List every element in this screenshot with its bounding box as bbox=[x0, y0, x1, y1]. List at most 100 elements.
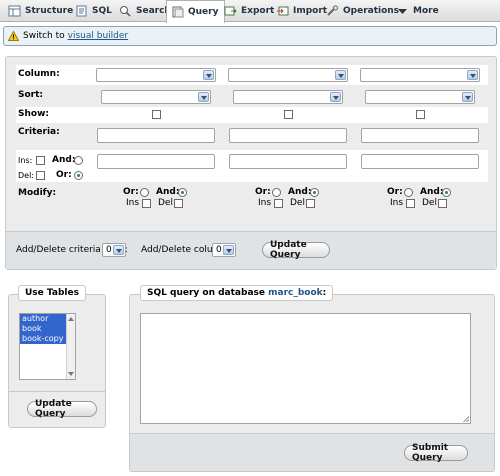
show-checkbox-1[interactable] bbox=[152, 110, 161, 119]
modify-del-label-3: Del bbox=[422, 198, 437, 208]
modify-del-checkbox-3[interactable] bbox=[438, 199, 447, 208]
notice-text: Switch to bbox=[23, 31, 65, 41]
show-checkbox-3[interactable] bbox=[416, 110, 425, 119]
modify-or-radio-1[interactable] bbox=[140, 188, 149, 197]
criteria-input-1[interactable] bbox=[97, 128, 215, 143]
tables-scrollbar[interactable] bbox=[66, 314, 75, 379]
del-label: Del: bbox=[18, 171, 34, 180]
criteria-input-2[interactable] bbox=[229, 128, 347, 143]
column-label: Column: bbox=[18, 69, 60, 79]
show-label: Show: bbox=[18, 109, 49, 119]
resize-grip-icon[interactable] bbox=[463, 416, 469, 422]
database-name[interactable]: marc_book bbox=[268, 288, 323, 298]
column-select-2[interactable] bbox=[228, 68, 348, 82]
columns-select[interactable]: 0 bbox=[212, 243, 236, 257]
warning-icon bbox=[8, 31, 19, 41]
modify-row: Modify: Or: And: Ins Del Or: And: Ins De… bbox=[16, 184, 488, 210]
tab-more-label: More bbox=[413, 6, 439, 16]
update-query-button[interactable]: Update Query bbox=[262, 240, 330, 260]
export-icon bbox=[224, 6, 237, 16]
modify-del-checkbox-2[interactable] bbox=[306, 199, 315, 208]
modify-and-label-2: And: bbox=[288, 187, 312, 197]
sort-select-1[interactable] bbox=[101, 90, 211, 104]
use-tables-panel: author book book-copy Update Query bbox=[8, 294, 106, 428]
column-select-1[interactable] bbox=[96, 68, 216, 82]
sql-query-footer: Submit Query bbox=[130, 433, 494, 471]
del-checkbox[interactable] bbox=[36, 171, 45, 180]
divider bbox=[9, 391, 105, 392]
chevron-down-icon bbox=[467, 70, 478, 80]
modify-and-radio-3[interactable] bbox=[442, 188, 451, 197]
columns-value: 0 bbox=[216, 245, 222, 255]
chevron-down-icon bbox=[330, 92, 341, 102]
modify-and-radio-2[interactable] bbox=[310, 188, 319, 197]
ins-checkbox[interactable] bbox=[36, 156, 45, 165]
sort-select-2[interactable] bbox=[233, 90, 343, 104]
criteria-extra-input-2[interactable] bbox=[229, 154, 347, 169]
tab-structure[interactable]: Structure bbox=[4, 0, 79, 22]
column-select-3[interactable] bbox=[360, 68, 480, 82]
chevron-down-icon bbox=[335, 70, 346, 80]
tab-query[interactable]: Query bbox=[166, 0, 226, 23]
submit-query-button[interactable]: Submit Query bbox=[404, 443, 468, 463]
criteria-input-3[interactable] bbox=[361, 128, 479, 143]
tab-sql[interactable]: SQL bbox=[71, 0, 118, 22]
scroll-up-icon bbox=[68, 317, 74, 321]
tab-export-label: Export bbox=[241, 6, 275, 16]
criteria-extra-input-1[interactable] bbox=[97, 154, 215, 169]
query-criteria-panel: Column: Sort: Show: Criteria: Ins: And: … bbox=[5, 56, 497, 270]
sql-query-textarea[interactable] bbox=[140, 313, 471, 424]
ins-label: Ins: bbox=[18, 156, 33, 165]
show-row: Show: bbox=[16, 107, 488, 123]
chevron-down-icon bbox=[203, 70, 214, 80]
tables-listbox[interactable]: author book book-copy bbox=[19, 313, 76, 380]
modify-ins-checkbox-3[interactable] bbox=[406, 199, 415, 208]
modify-or-label-3: Or: bbox=[387, 187, 403, 197]
show-checkbox-2[interactable] bbox=[284, 110, 293, 119]
sort-label: Sort: bbox=[18, 90, 44, 100]
modify-or-radio-2[interactable] bbox=[272, 188, 281, 197]
modify-label: Modify: bbox=[18, 188, 57, 198]
chevron-down-icon bbox=[462, 92, 473, 102]
modify-ins-label-1: Ins bbox=[126, 198, 140, 208]
sql-query-legend: SQL query on database marc_book: bbox=[140, 285, 334, 301]
modify-or-label-2: Or: bbox=[255, 187, 271, 197]
criteria-rows-select[interactable]: 0 bbox=[102, 243, 126, 257]
or-radio[interactable] bbox=[74, 171, 83, 180]
structure-icon bbox=[8, 5, 21, 17]
use-tables-update-button[interactable]: Update Query bbox=[27, 399, 97, 419]
sql-query-legend-prefix: SQL query on database bbox=[147, 288, 265, 298]
chevron-down-icon bbox=[198, 92, 209, 102]
or-label: Or: bbox=[56, 170, 72, 180]
sql-icon bbox=[76, 5, 87, 17]
modify-and-radio-1[interactable] bbox=[178, 188, 187, 197]
modify-ins-checkbox-2[interactable] bbox=[274, 199, 283, 208]
criteria-extra-input-3[interactable] bbox=[361, 154, 479, 169]
tab-sql-label: SQL bbox=[92, 6, 112, 16]
modify-ins-checkbox-1[interactable] bbox=[142, 199, 151, 208]
modify-ins-label-2: Ins bbox=[258, 198, 272, 208]
modify-and-label-1: And: bbox=[156, 187, 180, 197]
notice-bar: Switch to visual builder bbox=[3, 26, 497, 46]
search-icon bbox=[120, 6, 131, 17]
query-icon bbox=[172, 6, 184, 18]
visual-builder-link[interactable]: visual builder bbox=[68, 31, 128, 41]
criteria-footer: Add/Delete criteria rows: 0 Add/Delete c… bbox=[6, 231, 496, 269]
tab-operations-label: Operations bbox=[343, 6, 400, 16]
modify-del-label-1: Del bbox=[158, 198, 173, 208]
sort-row: Sort: bbox=[16, 86, 488, 106]
chevron-down-icon bbox=[223, 245, 234, 255]
tab-more[interactable]: More bbox=[392, 0, 445, 22]
sort-select-3[interactable] bbox=[365, 90, 475, 104]
sql-query-panel: Submit Query bbox=[129, 294, 495, 472]
modify-del-label-2: Del bbox=[290, 198, 305, 208]
scroll-down-icon bbox=[68, 372, 74, 376]
chevron-down-icon bbox=[113, 245, 124, 255]
criteria-extra-row: Ins: And: Del: Or: bbox=[16, 150, 488, 182]
modify-or-radio-3[interactable] bbox=[404, 188, 413, 197]
modify-del-checkbox-1[interactable] bbox=[174, 199, 183, 208]
modify-or-label-1: Or: bbox=[123, 187, 139, 197]
criteria-label: Criteria: bbox=[18, 127, 60, 137]
and-radio[interactable] bbox=[74, 156, 83, 165]
tab-query-label: Query bbox=[188, 7, 219, 17]
